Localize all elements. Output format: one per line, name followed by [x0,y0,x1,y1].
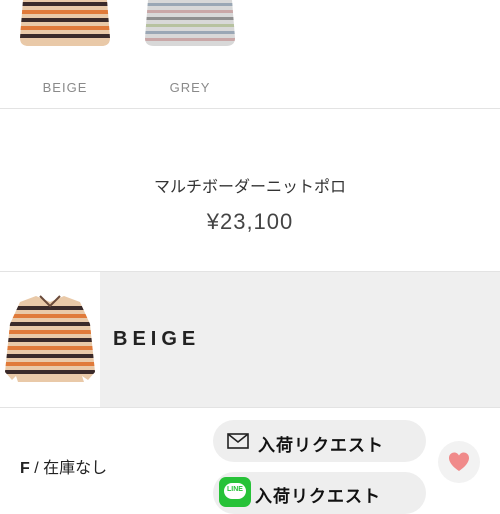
striped-polo-beige-image [5,295,95,382]
striped-sweater-beige-image [20,0,110,46]
restock-request-mail-label: 入荷リクエスト [258,436,384,455]
restock-request-line-label: 入荷リクエスト [255,487,381,506]
favorite-button[interactable] [438,441,480,483]
color-name: BEIGE [113,328,201,350]
stock-status: 在庫なし [43,460,108,477]
swatch-label-beige: BEIGE [42,80,88,95]
size-value: F [20,460,30,477]
striped-sweater-grey-image [145,0,235,46]
line-logo-text: LINE [227,486,243,493]
heart-icon [449,452,469,471]
product-info: マルチボーダーニットポロ ¥23,100 [0,109,500,271]
swatch-label-grey: GREY [169,80,211,95]
product-name: マルチボーダーニットポロ [153,179,346,196]
color-option-row[interactable]: BEIGE [0,271,500,408]
size-stock-label: F / 在庫なし [20,454,107,478]
restock-request-mail-button[interactable]: 入荷リクエスト [213,420,426,462]
swatch-grey[interactable]: GREY [140,0,240,108]
color-thumbnail [0,272,100,407]
size-separator: / [29,460,44,477]
mail-icon [227,433,249,449]
product-price: ¥23,100 [206,209,294,234]
color-swatch-list: BEIGE GREY [0,0,500,109]
swatch-beige[interactable]: BEIGE [15,0,115,108]
line-icon: LINE [219,477,251,507]
restock-request-line-button[interactable]: LINE 入荷リクエスト [213,472,426,514]
